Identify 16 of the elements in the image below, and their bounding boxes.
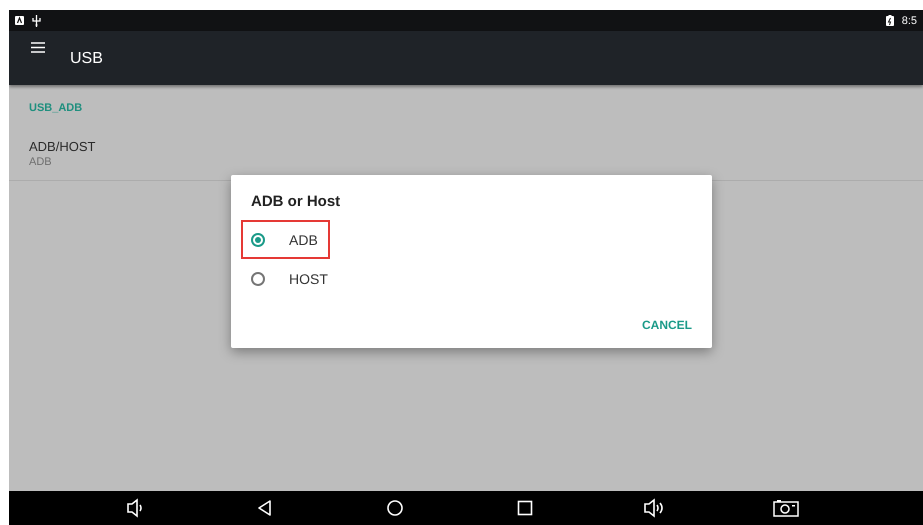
option-label[interactable]: HOST [289, 270, 328, 286]
camera-icon[interactable] [773, 497, 800, 519]
clock: 8:5 [902, 14, 917, 26]
usb-icon [32, 14, 41, 26]
radio-button[interactable] [251, 232, 265, 246]
menu-icon[interactable] [31, 42, 45, 53]
category-header: USB_ADB [29, 102, 82, 114]
preference-title[interactable]: ADB/HOST [29, 139, 96, 154]
battery-icon [886, 15, 894, 26]
preference-summary: ADB [29, 156, 52, 168]
volume-up-icon[interactable] [643, 497, 666, 519]
option-label[interactable]: ADB [289, 232, 318, 248]
app-bar-title: USB [70, 50, 103, 68]
dialog-title: ADB or Host [251, 193, 340, 210]
notification-icon [15, 16, 24, 25]
radio-button[interactable] [251, 272, 265, 286]
